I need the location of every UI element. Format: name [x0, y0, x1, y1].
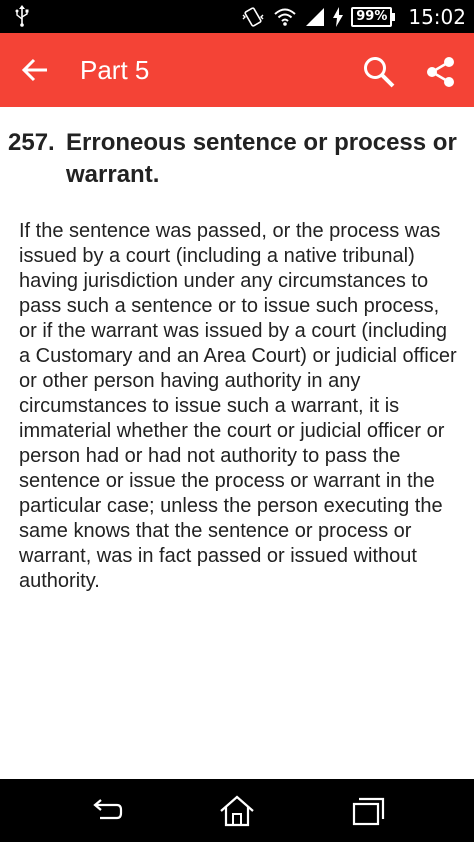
page-title: Part 5 [80, 55, 150, 85]
back-arrow-icon[interactable] [20, 56, 50, 84]
section-heading: 257. Erroneous sentence or process or wa… [8, 127, 468, 191]
signal-icon [306, 7, 325, 26]
vibrate-icon [242, 6, 264, 27]
share-icon[interactable] [424, 55, 458, 89]
navigation-bar [0, 779, 474, 842]
clock: 15:02 [408, 4, 466, 29]
status-icons: 99% 15:02 [241, 0, 466, 33]
battery-level: 99% [356, 8, 388, 24]
status-bar: 99% 15:02 [0, 0, 474, 33]
section-number: 257. [8, 129, 55, 156]
app-bar: Part 5 [0, 33, 474, 107]
section-title: Erroneous sentence or process or warrant… [66, 129, 457, 188]
search-icon[interactable] [362, 55, 396, 89]
wifi-icon [274, 8, 296, 26]
recent-apps-icon[interactable] [348, 793, 388, 829]
battery-indicator: 99% [351, 6, 396, 27]
usb-icon [15, 5, 29, 27]
back-icon[interactable] [86, 793, 126, 829]
section-content: 257. Erroneous sentence or process or wa… [0, 107, 474, 779]
home-icon[interactable] [217, 793, 257, 829]
section-body: If the sentence was passed, or the proce… [19, 220, 457, 592]
charging-icon [333, 6, 344, 27]
